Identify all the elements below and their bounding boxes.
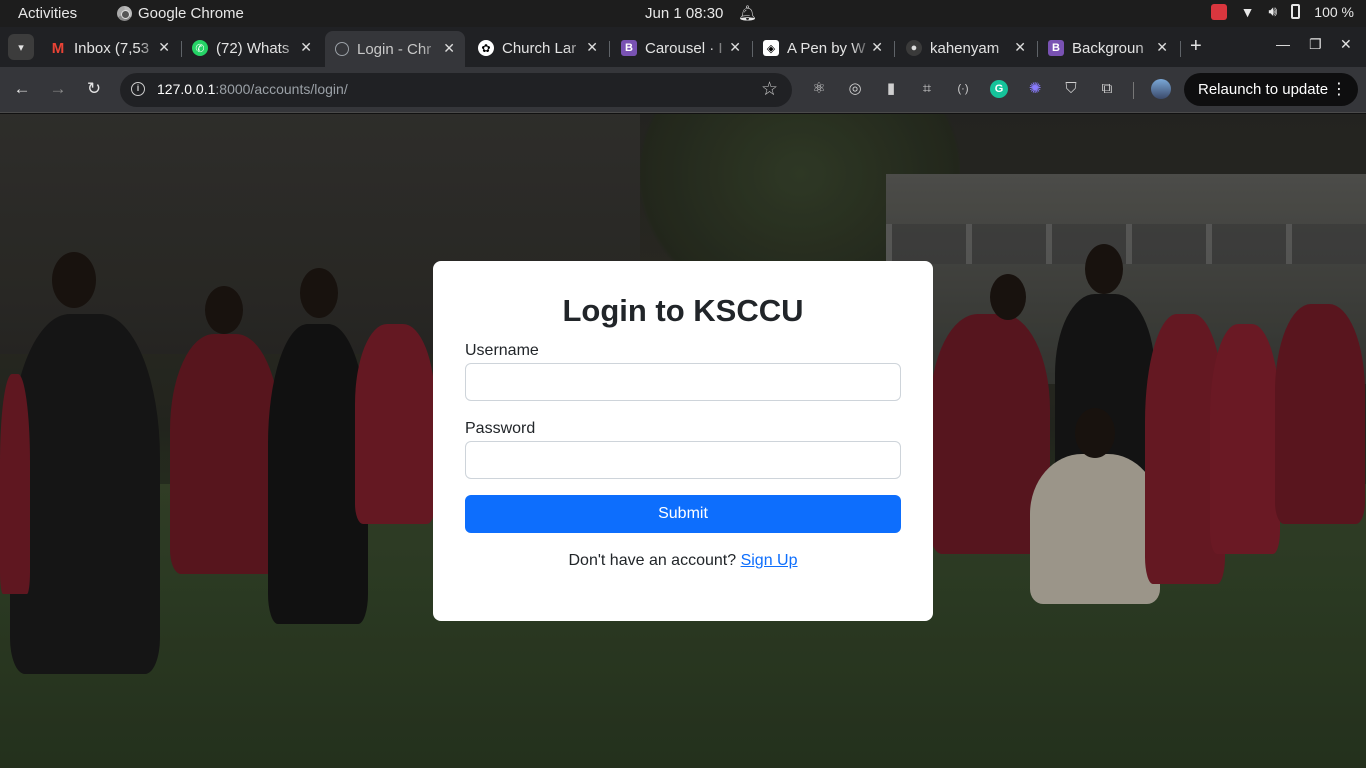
- profile-avatar[interactable]: [1151, 79, 1171, 99]
- github-icon: ●: [906, 40, 922, 56]
- close-icon[interactable]: ✕: [300, 39, 312, 56]
- color-extension-icon[interactable]: ✺: [1026, 80, 1044, 98]
- globe-icon: [335, 42, 349, 56]
- brackets-extension-icon[interactable]: (·): [954, 80, 972, 98]
- extensions-puzzle-icon[interactable]: ⧉: [1098, 80, 1116, 98]
- back-button[interactable]: ←: [11, 79, 33, 99]
- anydesk-icon: [1210, 3, 1227, 20]
- username-input[interactable]: [465, 363, 901, 401]
- maximize-button[interactable]: ❐: [1309, 36, 1322, 53]
- tab-login[interactable]: Login - Chr ✕: [325, 31, 465, 67]
- site-info-icon[interactable]: i: [131, 82, 145, 96]
- close-icon[interactable]: ✕: [729, 39, 741, 56]
- close-icon[interactable]: ✕: [443, 40, 455, 57]
- tab-title: Church Lar: [502, 39, 577, 57]
- openai-icon: ✿: [478, 40, 494, 56]
- close-icon[interactable]: ✕: [1014, 39, 1026, 56]
- url-text[interactable]: 127.0.0.1:8000/accounts/login/: [157, 81, 348, 97]
- tab-title: (72) Whats: [216, 39, 290, 57]
- relaunch-label: Relaunch to update: [1198, 81, 1329, 98]
- password-label: Password: [465, 420, 536, 437]
- bootstrap-icon: B: [1048, 40, 1064, 56]
- bootstrap-icon: B: [621, 40, 637, 56]
- clock[interactable]: Jun 1 08:30: [645, 5, 723, 22]
- sign-up-link[interactable]: Sign Up: [741, 552, 798, 569]
- no-account-text: Don't have an account?: [568, 552, 737, 569]
- page-viewport: Login to KSCCU Username Password Submit …: [0, 114, 1366, 768]
- tab-title: Inbox (7,53: [74, 39, 150, 57]
- shield-icon[interactable]: ⛉: [1062, 80, 1080, 98]
- app-menu[interactable]: Google Chrome: [117, 5, 244, 22]
- browser-toolbar: ← → ↻ i 127.0.0.1:8000/accounts/login/ ☆…: [0, 67, 1366, 113]
- password-input[interactable]: [465, 441, 901, 479]
- close-icon[interactable]: ✕: [586, 39, 598, 56]
- volume-icon: 🔊︎: [1268, 3, 1278, 19]
- signup-prompt: Don't have an account? Sign Up: [433, 552, 933, 570]
- tab-title: Carousel · I: [645, 39, 723, 57]
- tab-bootstrap-carousel[interactable]: B Carousel · I ✕: [611, 33, 751, 63]
- tab-codepen[interactable]: ◈ A Pen by W ✕: [753, 33, 893, 63]
- codepen-icon: ◈: [763, 40, 779, 56]
- close-icon[interactable]: ✕: [1156, 39, 1168, 56]
- system-tray[interactable]: ▼ 🔊︎ 100 %: [1210, 3, 1354, 20]
- tab-title: A Pen by W: [787, 39, 866, 57]
- close-icon[interactable]: ✕: [871, 39, 883, 56]
- bookmark-star-icon[interactable]: ☆: [761, 78, 778, 101]
- tab-gmail[interactable]: M Inbox (7,53 ✕: [40, 33, 180, 63]
- activities-button[interactable]: Activities: [18, 5, 77, 22]
- bell-icon[interactable]: 🔔︎: [738, 4, 757, 22]
- tab-search-button[interactable]: ▾: [8, 34, 34, 60]
- chrome-icon: [117, 6, 132, 21]
- gmail-icon: M: [51, 39, 65, 57]
- battery-percent: 100 %: [1314, 3, 1354, 20]
- app-name: Google Chrome: [138, 5, 244, 22]
- address-bar[interactable]: i 127.0.0.1:8000/accounts/login/ ☆: [120, 73, 792, 107]
- login-card: Login to KSCCU Username Password Submit …: [433, 261, 933, 621]
- username-label: Username: [465, 342, 539, 359]
- relaunch-button[interactable]: Relaunch to update ⋮: [1184, 73, 1358, 106]
- whatsapp-icon: ✆: [192, 40, 208, 56]
- submit-button[interactable]: Submit: [465, 495, 901, 533]
- more-menu-icon[interactable]: ⋮: [1331, 79, 1347, 99]
- tab-strip: ▾ M Inbox (7,53 ✕ ✆ (72) Whats ✕ Login -…: [0, 27, 1366, 67]
- close-icon[interactable]: ✕: [158, 39, 170, 56]
- minimize-button[interactable]: —: [1276, 36, 1290, 52]
- tab-title: kahenyam: [930, 39, 1000, 57]
- tab-chatgpt[interactable]: ✿ Church Lar ✕: [468, 33, 608, 63]
- forward-button[interactable]: →: [47, 79, 69, 99]
- tab-whatsapp[interactable]: ✆ (72) Whats ✕: [182, 33, 322, 63]
- page-title: Login to KSCCU: [562, 293, 804, 328]
- react-devtools-icon[interactable]: ⚛: [810, 80, 828, 98]
- tab-title: Login - Chr: [357, 40, 432, 58]
- grammarly-icon[interactable]: G: [990, 80, 1008, 98]
- tab-title: Backgroun: [1072, 39, 1144, 57]
- target-extension-icon[interactable]: ◎: [846, 80, 864, 98]
- reload-button[interactable]: ↻: [83, 79, 105, 99]
- docs-extension-icon[interactable]: ▮: [882, 80, 900, 98]
- battery-icon: [1291, 4, 1301, 19]
- close-window-button[interactable]: ✕: [1340, 36, 1352, 53]
- system-top-bar: Activities Google Chrome Jun 1 08:30 🔔︎ …: [0, 0, 1366, 27]
- tab-bootstrap-background[interactable]: B Backgroun ✕: [1038, 33, 1178, 63]
- wifi-icon: ▼: [1240, 3, 1255, 20]
- tab-github[interactable]: ● kahenyam ✕: [896, 33, 1036, 63]
- code-extension-icon[interactable]: ⌗: [918, 80, 936, 98]
- new-tab-button[interactable]: +: [1190, 35, 1202, 57]
